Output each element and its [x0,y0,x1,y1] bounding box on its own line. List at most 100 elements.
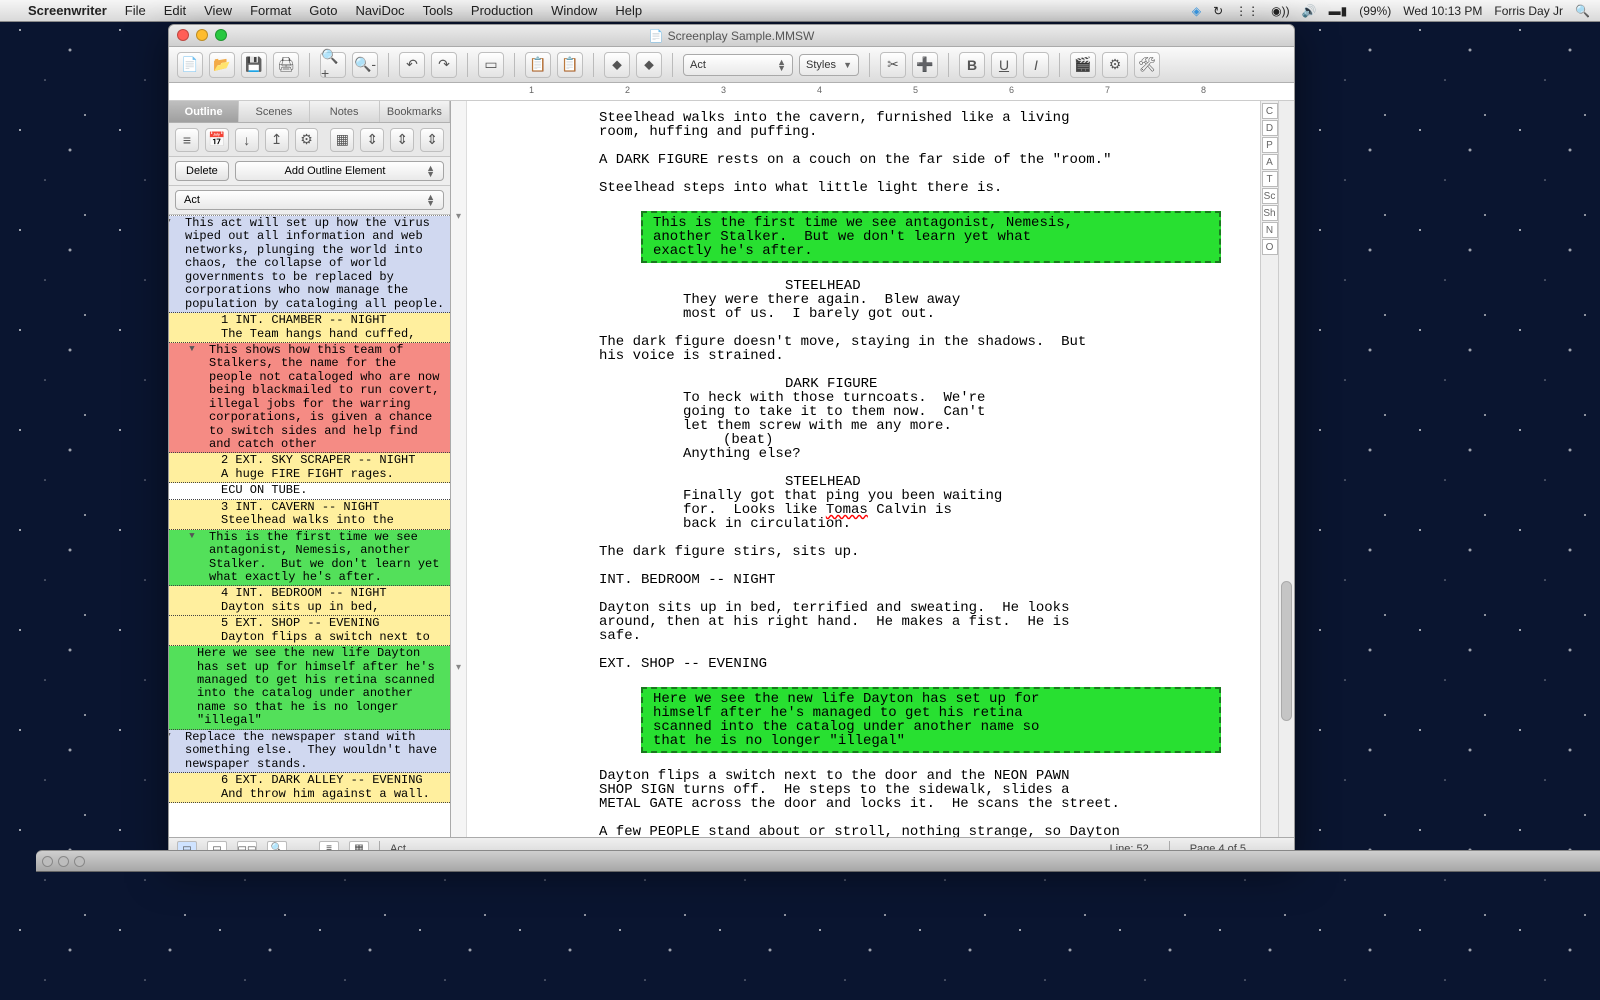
slider1-icon[interactable]: ⇕ [360,128,384,152]
script-sceneheading[interactable]: EXT. SHOP -- EVENING [599,657,1232,671]
scrollbar-thumb[interactable] [1281,581,1292,721]
window-zoom-button[interactable] [215,29,227,41]
print-button[interactable]: 🖨 [273,52,299,78]
menu-view[interactable]: View [204,3,232,18]
menu-production[interactable]: Production [471,3,533,18]
user-name[interactable]: Forris Day Jr [1494,4,1563,18]
copy-button[interactable]: 📋 [525,52,551,78]
script-action[interactable]: The dark figure doesn't move, staying in… [599,335,1232,363]
page-view-button[interactable]: ▭ [478,52,504,78]
save-button[interactable]: 💾 [241,52,267,78]
undo-button[interactable]: ↶ [399,52,425,78]
window-minimize-button[interactable] [196,29,208,41]
script-dialogue[interactable]: They were there again. Blew away most of… [683,293,1103,321]
outline-item[interactable]: ▼This is the first time we see antagonis… [169,530,450,587]
vertical-scrollbar[interactable] [1278,101,1294,837]
script-action[interactable]: A few PEOPLE stand about or stroll, noth… [599,825,1232,837]
script-dialogue[interactable]: Finally got that ping you been waiting f… [683,489,1103,531]
outline-item[interactable]: ▼This act will set up how the virus wipe… [169,216,450,313]
script-page[interactable]: Steelhead walks into the cavern, furnish… [467,101,1260,837]
outline-item[interactable]: 1 INT. CHAMBER -- NIGHT The Team hangs h… [169,313,450,343]
dropbox-icon[interactable]: ◈ [1192,4,1201,18]
production-button[interactable]: 🎬 [1070,52,1096,78]
outline-down-button[interactable]: ↓ [235,128,259,152]
element-tab-t[interactable]: T [1262,171,1278,187]
bookmark-prev-button[interactable]: ⬥ [604,52,630,78]
slider2-icon[interactable]: ⇕ [390,128,414,152]
outline-calendar-button[interactable]: 📅 [205,128,229,152]
wifi-icon[interactable]: ◉)) [1271,4,1289,18]
disclosure-triangle-icon[interactable]: ▼ [187,531,197,541]
marker-arrow-icon[interactable]: ▾ [456,662,461,673]
script-action[interactable]: Dayton sits up in bed, terrified and swe… [599,601,1232,643]
script-character[interactable]: DARK FIGURE [785,377,1232,391]
bold-button[interactable]: B [959,52,985,78]
script-note[interactable]: Here we see the new life Dayton has set … [641,687,1221,753]
script-action[interactable]: A DARK FIGURE rests on a couch on the fa… [599,153,1232,167]
timemachine-icon[interactable]: ↻ [1213,4,1223,18]
cut-button[interactable]: ✂ [880,52,906,78]
underline-button[interactable]: U [991,52,1017,78]
bg-window-close-button[interactable] [42,856,53,867]
script-action[interactable]: The dark figure stirs, sits up. [599,545,1232,559]
script-paren[interactable]: (beat) [723,433,1232,447]
bg-window-zoom-button[interactable] [74,856,85,867]
element-tab-c[interactable]: C [1262,103,1278,119]
battery-icon[interactable]: ▬▮ [1329,4,1348,18]
script-action[interactable]: Steelhead walks into the cavern, furnish… [599,111,1232,139]
bookmark-next-button[interactable]: ⬥ [636,52,662,78]
disclosure-triangle-icon[interactable]: ▼ [169,217,173,227]
outline-level-select[interactable]: Act ▲▼ [175,190,444,210]
outline-list[interactable]: ▼This act will set up how the virus wipe… [169,215,450,837]
disclosure-triangle-icon[interactable]: ▼ [169,731,173,741]
outline-gear-button[interactable]: ⚙ [295,128,319,152]
disclosure-triangle-icon[interactable]: ▼ [187,344,197,354]
menu-navidoc[interactable]: NaviDoc [355,3,404,18]
bluetooth-icon[interactable]: ⋮⋮ [1235,4,1259,18]
tab-notes[interactable]: Notes [310,101,380,122]
marker-arrow-icon[interactable]: ▾ [456,211,461,222]
tools-button[interactable]: 🛠 [1134,52,1160,78]
open-button[interactable]: 📂 [209,52,235,78]
script-action[interactable]: Dayton flips a switch next to the door a… [599,769,1232,811]
zoom-in-button[interactable]: 🔍+ [320,52,346,78]
outline-item[interactable]: 6 EXT. DARK ALLEY -- EVENING And throw h… [169,773,450,803]
outline-item[interactable]: ECU ON TUBE. [169,483,450,499]
italic-button[interactable]: I [1023,52,1049,78]
outline-item[interactable]: 2 EXT. SKY SCRAPER -- NIGHT A huge FIRE … [169,453,450,483]
element-tab-a[interactable]: A [1262,154,1278,170]
tab-scenes[interactable]: Scenes [239,101,309,122]
tab-bookmarks[interactable]: Bookmarks [380,101,450,122]
menu-tools[interactable]: Tools [423,3,453,18]
outline-up-button[interactable]: ↥ [265,128,289,152]
outline-view-button[interactable]: ▦ [330,128,354,152]
element-tab-d[interactable]: D [1262,120,1278,136]
script-dialogue[interactable]: To heck with those turncoats. We're goin… [683,391,1103,433]
bg-window-min-button[interactable] [58,856,69,867]
script-action[interactable]: Steelhead steps into what little light t… [599,181,1232,195]
menu-edit[interactable]: Edit [164,3,186,18]
element-tab-n[interactable]: N [1262,222,1278,238]
new-doc-button[interactable]: 📄 [177,52,203,78]
window-titlebar[interactable]: 📄 Screenplay Sample.MMSW [169,25,1294,47]
menu-goto[interactable]: Goto [309,3,337,18]
element-tab-p[interactable]: P [1262,137,1278,153]
clock-text[interactable]: Wed 10:13 PM [1403,4,1482,18]
volume-icon[interactable]: 🔊 [1302,4,1317,18]
slider3-icon[interactable]: ⇕ [420,128,444,152]
styles-button[interactable]: Styles ▼ [799,54,859,76]
window-close-button[interactable] [177,29,189,41]
spotlight-icon[interactable]: 🔍 [1575,4,1590,18]
element-tab-sh[interactable]: Sh [1262,205,1278,221]
app-name[interactable]: Screenwriter [28,3,107,18]
tab-outline[interactable]: Outline [169,101,239,122]
delete-outline-button[interactable]: Delete [175,161,229,181]
outline-item[interactable]: 3 INT. CAVERN -- NIGHT Steelhead walks i… [169,500,450,530]
script-note[interactable]: This is the first time we see antagonist… [641,211,1221,263]
menu-format[interactable]: Format [250,3,291,18]
script-sceneheading[interactable]: INT. BEDROOM -- NIGHT [599,573,1232,587]
script-character[interactable]: STEELHEAD [785,475,1232,489]
outline-item[interactable]: ▼Replace the newspaper stand with someth… [169,730,450,773]
redo-button[interactable]: ↷ [431,52,457,78]
script-dialogue[interactable]: Anything else? [683,447,1103,461]
